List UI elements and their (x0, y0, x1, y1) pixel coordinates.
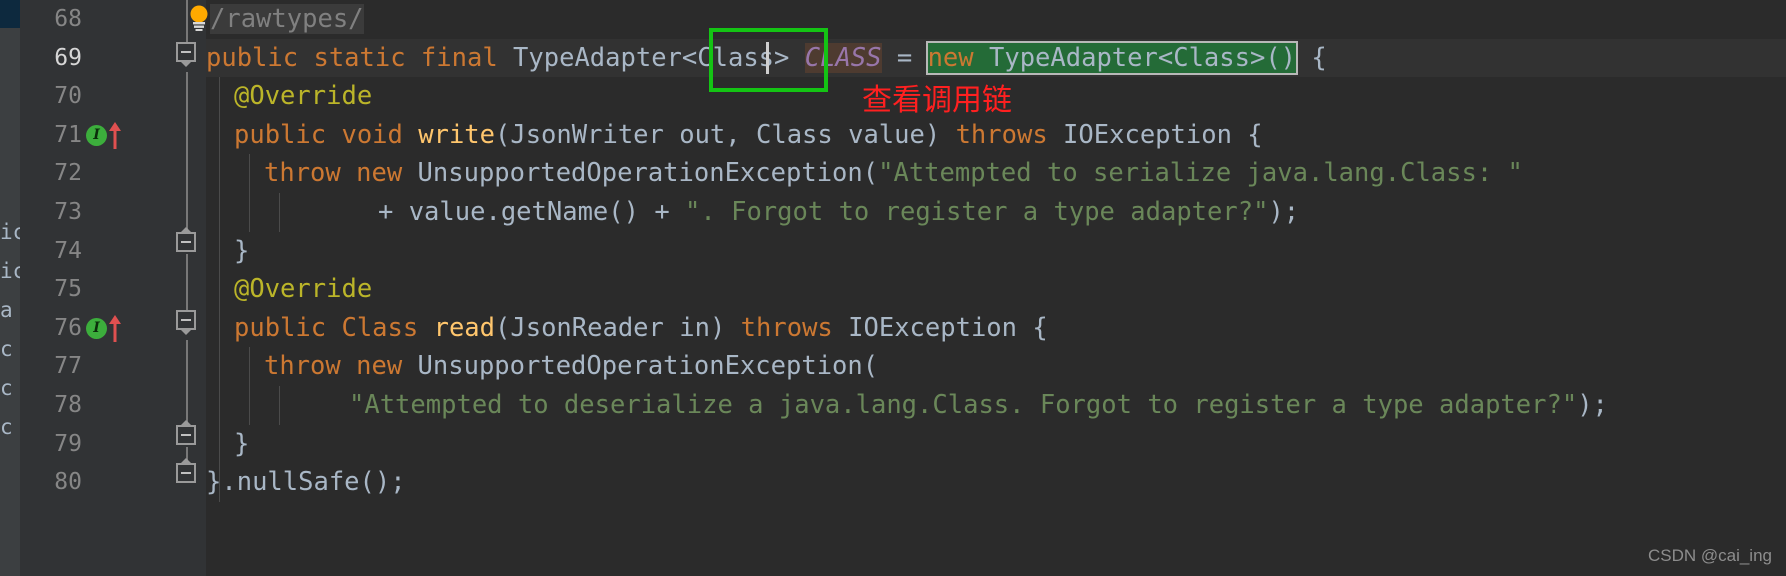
code-line-74[interactable]: } (206, 232, 1786, 271)
concat-expression-token: + value.getName() + (378, 197, 686, 227)
gutter-line-79[interactable]: 79 (20, 425, 168, 464)
open-brace: { (1296, 42, 1327, 73)
close-brace-token: } (206, 467, 222, 498)
fold-rail (186, 254, 188, 310)
string-literal: "Attempted to deserialize a java.lang.Cl… (349, 390, 1578, 420)
anonymous-type-token: TypeAdapter<Class>() (973, 42, 1297, 73)
fold-toggle-line-79[interactable] (176, 420, 198, 447)
annotation-highlight-box (709, 28, 828, 92)
adjacent-panel-fragment: ic (0, 220, 20, 244)
close-brace-token: } (234, 235, 250, 266)
adjacent-panel-fragment: c (0, 376, 13, 400)
statement-tail-token: ); (1577, 390, 1608, 420)
implementing-method-icon[interactable]: I (86, 124, 107, 146)
string-literal: ". Forgot to register a type adapter?" (685, 197, 1269, 227)
line-number: 80 (54, 469, 82, 496)
line-number: 77 (54, 353, 82, 380)
annotation-red-label: 查看调用链 (862, 83, 1012, 118)
line-number: 73 (54, 199, 82, 225)
assign-operator: = (881, 42, 928, 73)
modifiers-token: public Class (234, 312, 434, 343)
code-line-73[interactable]: + value.getName() + ". Forgot to registe… (206, 193, 1786, 232)
gutter-line-75[interactable]: 75 (20, 270, 168, 309)
line-number: 70 (54, 83, 82, 110)
new-keyword-token: new (927, 42, 974, 73)
method-name-token[interactable]: write (418, 120, 495, 150)
fold-toggle-line-80[interactable] (176, 458, 198, 485)
gutter-line-77[interactable]: 77 (20, 347, 168, 386)
override-annotation-token: @Override (234, 81, 373, 112)
modifiers-token: public static final (206, 42, 514, 73)
gutter-line-74[interactable]: 74 (20, 232, 168, 271)
code-folding-strip[interactable] (168, 0, 206, 576)
gutter-line-71[interactable]: 71 I (20, 116, 168, 155)
intellij-editor-screenshot: ic ic a c c c 68 69 70 71 I 72 73 74 75 … (0, 0, 1786, 576)
parameter-list-token: (JsonWriter out, Class value) (495, 119, 956, 150)
adjacent-panel-selected-row (0, 0, 20, 28)
line-number: 74 (54, 237, 82, 264)
exception-ctor-token: UnsupportedOperationException( (417, 158, 879, 189)
adjacent-panel-fragment: a (0, 298, 13, 322)
code-line-69[interactable]: public static final TypeAdapter<Class> C… (206, 39, 1786, 78)
code-line-78[interactable]: "Attempted to deserialize a java.lang.Cl… (206, 386, 1786, 425)
throw-new-token: throw new (264, 351, 418, 382)
throw-new-token: throw new (264, 158, 418, 189)
gutter-line-80[interactable]: 80 (20, 463, 168, 502)
code-line-79[interactable]: } (206, 425, 1786, 464)
gutter-line-68[interactable]: 68 (20, 0, 168, 39)
editor-gutter[interactable]: 68 69 70 71 I 72 73 74 75 76 I 77 78 79 … (20, 0, 168, 576)
line-number: 76 (54, 314, 82, 341)
code-line-80[interactable]: }.nullSafe(); (206, 463, 1786, 502)
selected-expression[interactable]: new TypeAdapter<Class>() (925, 40, 1299, 75)
adjacent-panel-fragment: ic (0, 259, 20, 283)
adjacent-panel-sliver[interactable]: ic ic a c c c (0, 0, 20, 576)
line-number: 68 (54, 6, 82, 32)
line-number: 69 (54, 44, 82, 71)
code-line-72[interactable]: throw new UnsupportedOperationException(… (206, 154, 1786, 193)
exception-type-token: IOException { (832, 312, 1048, 343)
adjacent-panel-fragment: c (0, 337, 13, 361)
fold-rail (186, 72, 188, 232)
gutter-line-72[interactable]: 72 (20, 154, 168, 193)
statement-tail-token: ); (1268, 197, 1300, 227)
line-number: 79 (54, 430, 82, 457)
code-line-77[interactable]: throw new UnsupportedOperationException( (206, 347, 1786, 386)
line-number: 75 (54, 276, 82, 303)
intention-lightbulb-icon[interactable] (188, 4, 210, 31)
code-line-76[interactable]: public Class read(JsonReader in) throws … (206, 309, 1786, 348)
code-line-68[interactable]: /rawtypes/ (188, 0, 1768, 39)
watermark-text: CSDN @cai_ing (1647, 546, 1772, 565)
gutter-line-73[interactable]: 73 (20, 193, 168, 232)
line-number: 78 (54, 392, 82, 418)
gutter-line-70[interactable]: 70 (20, 77, 168, 116)
gutter-line-76[interactable]: 76 I (20, 309, 168, 348)
throws-keyword-token: throws (740, 312, 833, 343)
nullsafe-call-token: .nullSafe(); (221, 467, 406, 498)
adjacent-panel-fragment: c (0, 415, 13, 439)
line-number: 71 (54, 121, 82, 148)
implementing-method-icon[interactable]: I (86, 317, 107, 339)
inspection-comment-text: /rawtypes/ (210, 4, 364, 34)
overriding-method-arrow-icon[interactable] (108, 121, 122, 149)
method-name-token[interactable]: read (434, 313, 495, 343)
parameter-list-token: (JsonReader in) (495, 312, 741, 343)
modifiers-token: public void (234, 119, 419, 150)
throws-keyword-token: throws (955, 119, 1048, 150)
exception-ctor-token: UnsupportedOperationException( (417, 351, 879, 382)
fold-rail (186, 340, 188, 425)
gutter-line-78[interactable]: 78 (20, 386, 168, 425)
string-literal: "Attempted to serialize java.lang.Class:… (878, 158, 1523, 189)
fold-toggle-line-69[interactable] (176, 42, 198, 67)
override-annotation-token: @Override (234, 274, 373, 305)
line-number: 72 (54, 160, 82, 187)
fold-toggle-line-74[interactable] (176, 227, 198, 254)
exception-type-token: IOException { (1047, 119, 1263, 150)
code-line-75[interactable]: @Override (206, 270, 1786, 309)
close-brace-token: } (234, 428, 250, 459)
fold-toggle-line-76[interactable] (176, 310, 198, 335)
overriding-method-arrow-icon[interactable] (108, 314, 122, 342)
code-line-71[interactable]: public void write(JsonWriter out, Class … (206, 116, 1786, 155)
gutter-line-69[interactable]: 69 (20, 39, 168, 78)
